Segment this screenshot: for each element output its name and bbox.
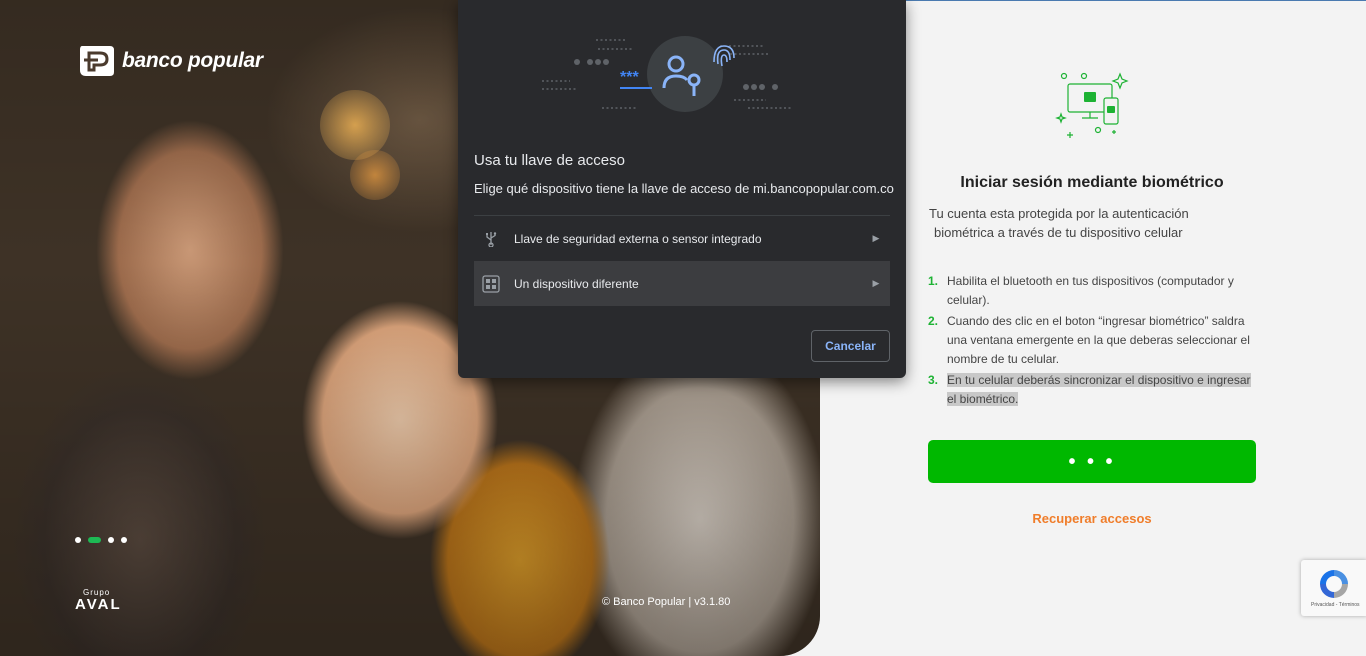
- carousel-dot[interactable]: [121, 537, 127, 543]
- carousel-dot-active[interactable]: [88, 537, 101, 543]
- banco-popular-logo-icon: [80, 46, 114, 76]
- instruction-step: 3. En tu celular deberás sincronizar el …: [928, 371, 1258, 409]
- instruction-step: 1. Habilita el bluetooth en tus disposit…: [928, 272, 1258, 310]
- aval-wordmark: AVAL: [75, 596, 122, 613]
- recaptcha-icon: [1320, 570, 1348, 598]
- dialog-subtitle: Elige qué dispositivo tiene la llave de …: [474, 181, 894, 196]
- recover-access-link[interactable]: Recuperar accesos: [928, 511, 1256, 526]
- recaptcha-terms[interactable]: Privacidad - Términos: [1311, 602, 1360, 608]
- biometric-devices-illustration: [1055, 72, 1129, 138]
- qr-code-icon: [482, 274, 500, 293]
- usb-icon: [482, 230, 500, 248]
- panel-title: Iniciar sesión mediante biométrico: [960, 174, 1224, 191]
- instruction-step: 2. Cuando des clic en el boton “ingresar…: [928, 312, 1258, 369]
- carousel-dot[interactable]: [108, 537, 114, 543]
- carousel-dot[interactable]: [75, 537, 81, 543]
- biometric-login-button[interactable]: • • •: [928, 440, 1256, 483]
- chevron-right-icon: ▶: [872, 278, 880, 288]
- recaptcha-badge[interactable]: Privacidad - Términos: [1301, 560, 1366, 616]
- cancel-button[interactable]: Cancelar: [811, 330, 890, 362]
- carousel-indicators: [75, 537, 127, 543]
- option-label: Llave de seguridad externa o sensor inte…: [514, 231, 762, 246]
- description-line: biométrica a través de tu dispositivo ce…: [934, 225, 1183, 240]
- step-text-wrapper: En tu celular deberás sincronizar el dis…: [947, 371, 1258, 409]
- dialog-title: Usa tu llave de acceso: [474, 152, 625, 169]
- option-security-key[interactable]: Llave de seguridad externa o sensor inte…: [474, 216, 890, 261]
- instructions-list: 1. Habilita el bluetooth en tus disposit…: [928, 272, 1258, 411]
- step-text: Habilita el bluetooth en tus dispositivo…: [947, 274, 1234, 307]
- option-label: Un dispositivo diferente: [514, 276, 639, 291]
- option-different-device[interactable]: Un dispositivo diferente ▶: [474, 261, 890, 306]
- brand-logo: banco popular: [76, 44, 263, 78]
- step-text: Cuando des clic en el boton “ingresar bi…: [947, 314, 1250, 366]
- chevron-right-icon: ▶: [872, 233, 880, 243]
- passkey-dialog: *** Usa tu llave de acceso Elige qué dis…: [458, 0, 906, 378]
- step-number: 3.: [928, 373, 939, 387]
- copyright-text: © Banco Popular | v3.1.80: [602, 596, 731, 608]
- step-number: 2.: [928, 314, 939, 328]
- passkey-illustration: ***: [542, 36, 792, 112]
- brand-name: banco popular: [122, 49, 263, 72]
- grupo-aval-logo: Grupo AVAL: [75, 588, 122, 613]
- step-number: 1.: [928, 274, 939, 288]
- description-line: Tu cuenta esta protegida por la autentic…: [929, 206, 1189, 221]
- panel-description: Tu cuenta esta protegida por la autentic…: [929, 204, 1229, 242]
- svg-text:***: ***: [620, 69, 639, 86]
- step-text-highlighted: En tu celular deberás sincronizar el dis…: [947, 373, 1251, 406]
